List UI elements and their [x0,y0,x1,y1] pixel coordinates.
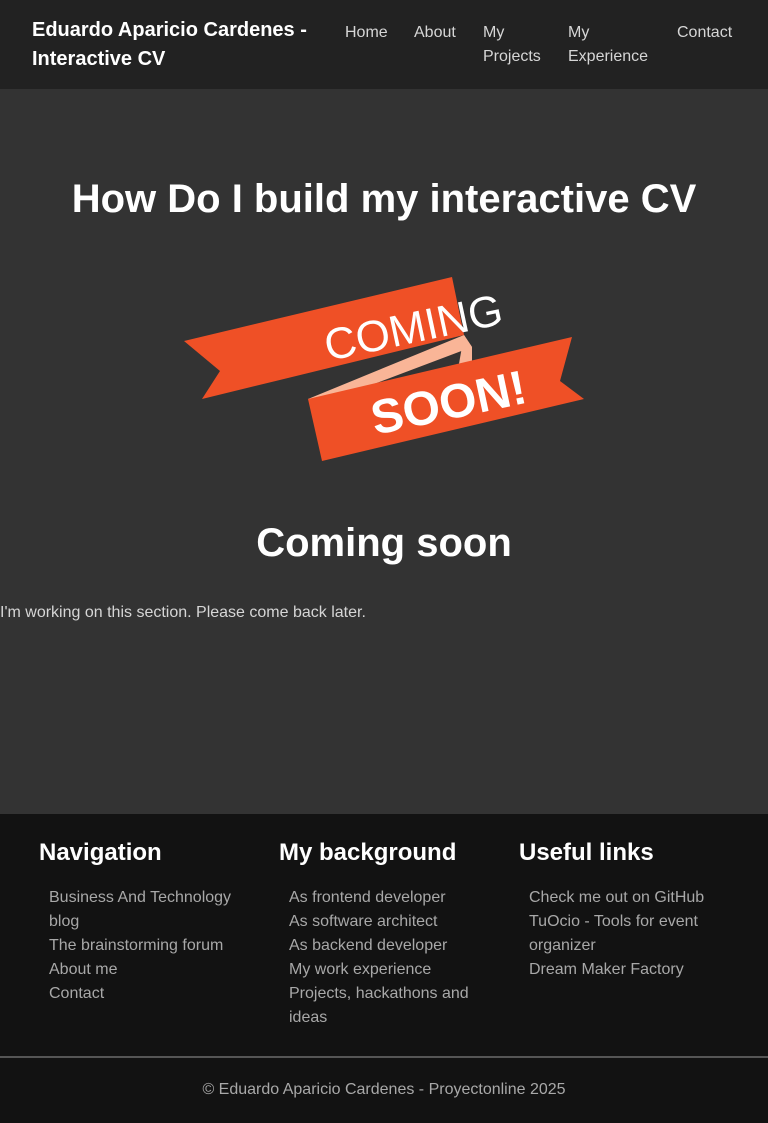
list-item: Business And Technology blog [49,886,249,934]
main-nav: Home About My Projects My Experience Con… [0,21,768,81]
list-item: My work experience [289,958,489,982]
footer-link[interactable]: About me [49,961,117,978]
nav-projects-link[interactable]: My Projects [483,21,553,69]
footer-heading: My background [279,839,457,866]
footer-link[interactable]: As frontend developer [289,889,446,906]
copyright-bar: © Eduardo Aparicio Cardenes - Proyectonl… [0,1058,768,1123]
list-item: As software architect [289,910,489,934]
footer-link[interactable]: Business And Technology blog [49,889,231,930]
main-content: How Do I build my interactive CV COMING … [0,89,768,809]
footer-link[interactable]: Check me out on GitHub [529,889,704,906]
footer-link[interactable]: The brainstorming forum [49,937,223,954]
nav-contact-link[interactable]: Contact [677,21,732,45]
footer-link[interactable]: As backend developer [289,937,447,954]
footer-heading: Useful links [519,839,654,866]
section-subtitle: Coming soon [256,521,512,565]
footer-column-navigation: Navigation Business And Technology blog … [39,838,249,1006]
section-message: I'm working on this section. Please come… [0,604,366,621]
list-item: Contact [49,982,249,1006]
coming-soon-banner-image: COMING SOON! [184,277,584,461]
nav-about-link[interactable]: About [414,21,456,45]
footer-column-background: My background As frontend developer As s… [279,838,489,1030]
list-item: Dream Maker Factory [529,958,729,982]
site-footer: Navigation Business And Technology blog … [0,814,768,1056]
footer-link[interactable]: Contact [49,985,104,1002]
footer-link[interactable]: TuOcio - Tools for event organizer [529,913,698,954]
footer-link[interactable]: Dream Maker Factory [529,961,684,978]
list-item: TuOcio - Tools for event organizer [529,910,729,958]
copyright-text: © Eduardo Aparicio Cardenes - Proyectonl… [202,1081,566,1098]
nav-home-link[interactable]: Home [345,21,388,45]
list-item: Check me out on GitHub [529,886,729,910]
footer-heading: Navigation [39,839,162,866]
site-header: Eduardo Aparicio Cardenes - Interactive … [0,0,768,89]
nav-experience-link[interactable]: My Experience [568,21,663,69]
list-item: About me [49,958,249,982]
page-title: How Do I build my interactive CV [71,177,697,221]
list-item: As frontend developer [289,886,489,910]
footer-column-useful-links: Useful links Check me out on GitHub TuOc… [519,838,729,982]
footer-link[interactable]: My work experience [289,961,431,978]
list-item: The brainstorming forum [49,934,249,958]
footer-link[interactable]: As software architect [289,913,438,930]
footer-link[interactable]: Projects, hackathons and ideas [289,985,469,1026]
list-item: As backend developer [289,934,489,958]
list-item: Projects, hackathons and ideas [289,982,489,1030]
